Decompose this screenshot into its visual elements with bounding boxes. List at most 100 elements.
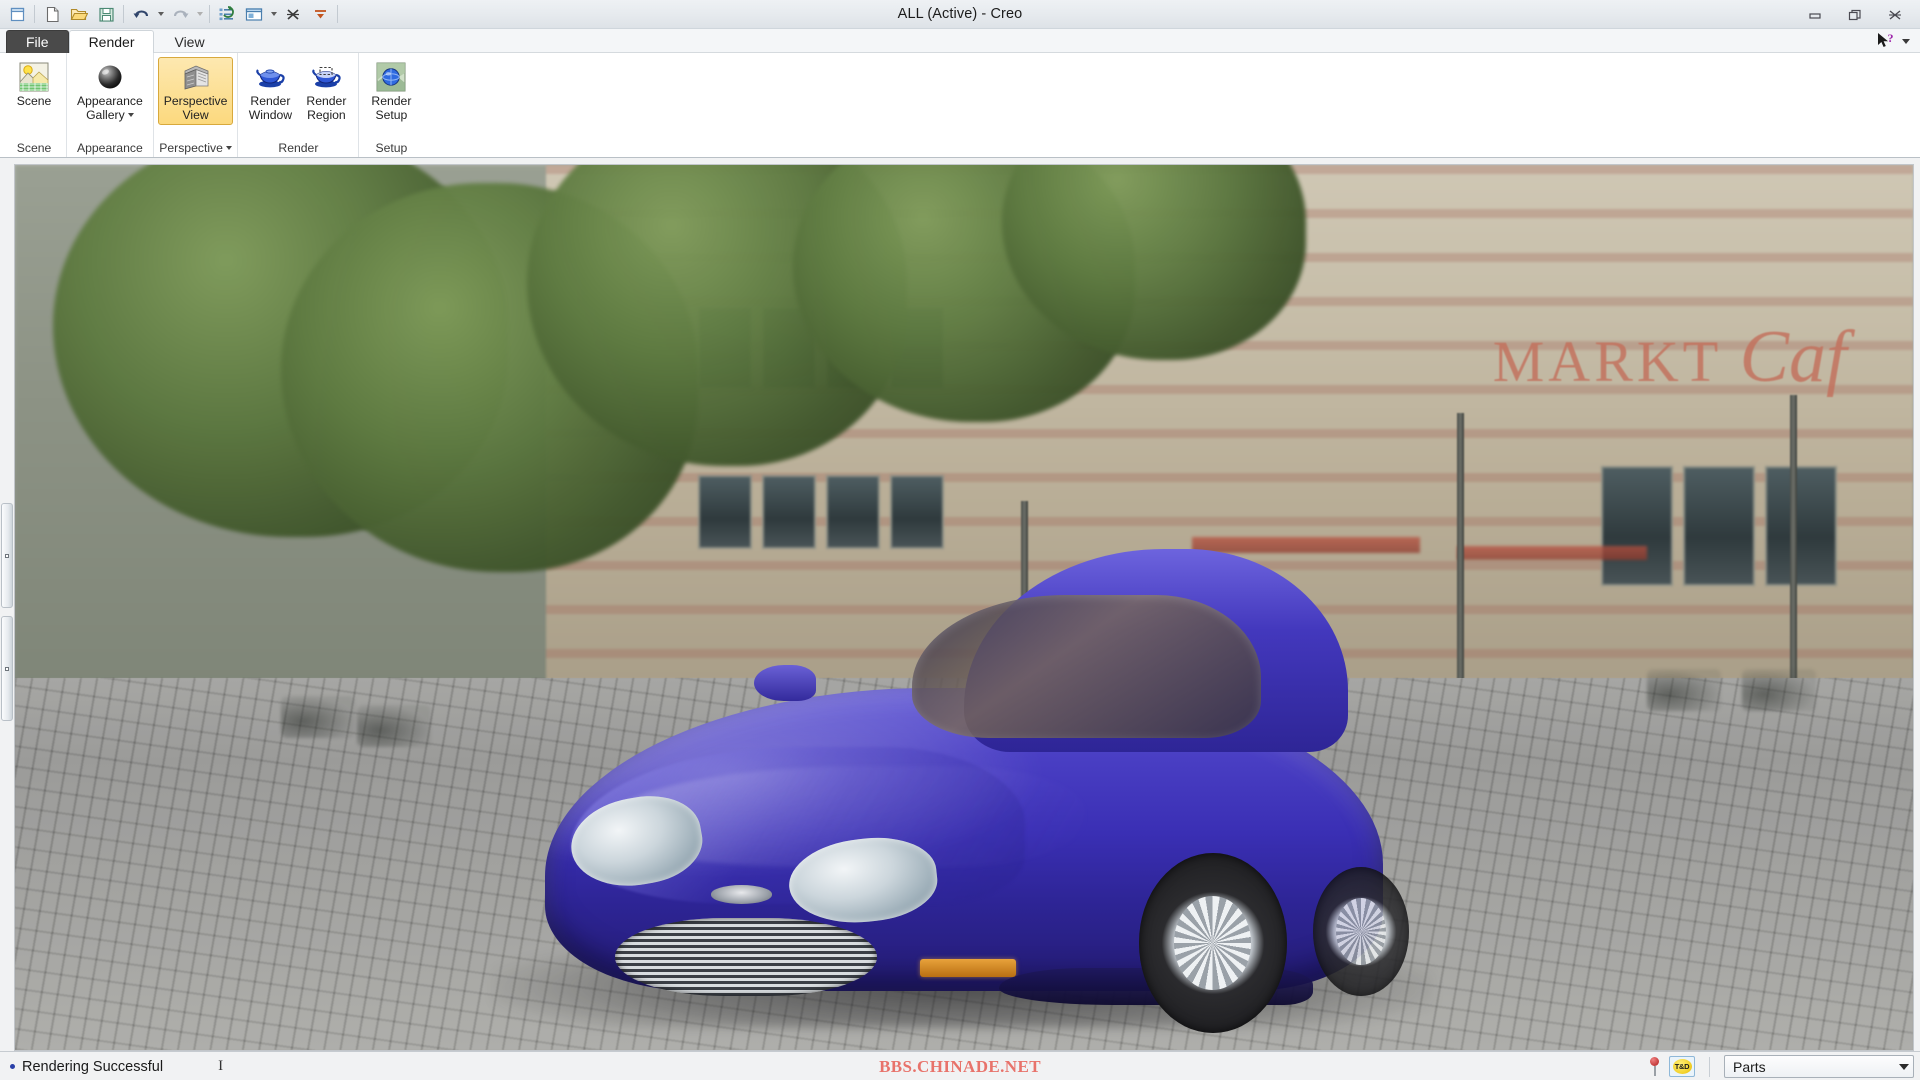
chevron-down-icon[interactable] [127, 113, 134, 118]
render-region-label-line2: Region [307, 107, 346, 122]
scene-signage: MARKT Caf [1493, 315, 1847, 400]
render-region-label: Render Region [306, 94, 347, 122]
group-launcher-chevron-icon[interactable] [225, 145, 232, 150]
scene-landscape-icon [18, 61, 50, 93]
redo-dropdown-arrow[interactable] [194, 2, 205, 26]
render-window-label-line2: Window [248, 107, 293, 122]
render-setup-button[interactable]: Render Setup [363, 57, 419, 125]
window-switch-icon[interactable] [241, 2, 267, 26]
ribbon-group-perspective: Perspective View Perspective [154, 53, 239, 157]
chevron-down-icon[interactable] [1899, 1063, 1909, 1070]
browser-tab[interactable] [1, 616, 13, 721]
scene-bicycle [280, 696, 355, 738]
help-cursor-icon[interactable]: ? [1876, 32, 1910, 50]
render-region-button[interactable]: Render Region [298, 57, 354, 125]
selection-filter-value: Parts [1733, 1058, 1766, 1075]
new-window-icon[interactable] [4, 2, 30, 26]
qat-separator [34, 5, 35, 23]
render-setup-label-line1: Render [371, 94, 412, 108]
regenerate-icon[interactable] [214, 2, 240, 26]
window-controls [1804, 0, 1914, 29]
td-badge-button[interactable]: T&D [1669, 1056, 1695, 1077]
scene-button[interactable]: Scene [6, 57, 62, 112]
close-button[interactable] [1884, 5, 1906, 25]
perspective-view-label: Perspective View [163, 94, 228, 122]
car-side-mirror [754, 664, 816, 702]
ribbon-group-render: Render Window Render Region Render [238, 53, 360, 157]
scene-window-row [1601, 465, 1838, 586]
regeneration-status-icon[interactable] [1648, 1056, 1661, 1078]
collapsed-panel-tabs [0, 158, 14, 1051]
ribbon-tab-bar: File Render View ? [0, 29, 1920, 53]
render-region-label-line1: Render [306, 94, 347, 108]
save-icon[interactable] [93, 2, 119, 26]
status-right-area: T&D Parts [1648, 1055, 1914, 1078]
appearance-gallery-label: Appearance Gallery [77, 94, 143, 122]
perspective-label-line1: Perspective [163, 94, 228, 108]
perspective-label-line2: View [182, 107, 209, 122]
tab-view[interactable]: View [154, 30, 224, 53]
appearance-gallery-button[interactable]: Appearance Gallery [71, 57, 149, 125]
group-label-scene: Scene [16, 140, 52, 155]
scene-label-line1: Scene [16, 94, 52, 108]
perspective-cube-icon [180, 61, 212, 93]
scene-awning [1457, 545, 1648, 560]
panel-handle-dot [5, 666, 9, 671]
appearance-label-line1: Appearance [77, 94, 143, 108]
svg-text:?: ? [1888, 32, 1894, 45]
perspective-view-button[interactable]: Perspective View [157, 57, 234, 125]
text-cursor-icon: I [218, 1058, 224, 1074]
close-window-icon[interactable] [280, 2, 306, 26]
tab-render[interactable]: Render [68, 30, 155, 53]
car-emblem [710, 885, 772, 904]
status-message: Rendering Successful [22, 1058, 164, 1075]
graphics-area[interactable]: MARKT Caf [0, 158, 1920, 1051]
ribbon-group-setup: Render Setup Setup [359, 53, 423, 157]
undo-dropdown-arrow[interactable] [155, 2, 166, 26]
status-bullet-icon [10, 1064, 15, 1069]
rendered-scene: MARKT Caf [15, 165, 1913, 1050]
panel-handle-dot [5, 553, 9, 558]
group-label-perspective: Perspective [154, 139, 238, 157]
tab-file[interactable]: File [6, 30, 69, 53]
quick-access-toolbar [0, 0, 341, 28]
qat-separator [123, 5, 124, 23]
undo-icon[interactable] [128, 2, 154, 26]
render-setup-globe-icon [375, 61, 407, 93]
car-grille [614, 917, 877, 996]
restore-button[interactable] [1844, 5, 1866, 25]
new-file-icon[interactable] [39, 2, 65, 26]
render-setup-label-line2: Setup [375, 107, 408, 122]
ribbon-group-scene: Scene Scene [2, 53, 67, 157]
open-file-icon[interactable] [66, 2, 92, 26]
scene-awning [1191, 536, 1420, 553]
status-separator [1709, 1056, 1710, 1077]
scene-window-row [698, 474, 945, 549]
selection-filter-dropdown[interactable]: Parts [1724, 1055, 1914, 1078]
appearance-sphere-icon [94, 61, 126, 93]
qat-separator [209, 5, 210, 23]
window-switch-dropdown-arrow[interactable] [268, 2, 279, 26]
car-wheel-front [1138, 853, 1288, 1033]
model-tree-tab[interactable] [1, 503, 13, 608]
car-turn-signal [920, 959, 1017, 978]
rendered-car-model [492, 549, 1436, 1033]
group-label-setup: Setup [375, 140, 408, 155]
minimize-button[interactable] [1804, 5, 1826, 25]
group-label-perspective-text: Perspective [159, 140, 223, 155]
status-bar: Rendering Successful I BBS.CHINADE.NET T… [0, 1051, 1920, 1080]
scene-button-label: Scene [16, 94, 52, 109]
title-bar: ALL (Active) - Creo [0, 0, 1920, 29]
status-message-area: Rendering Successful I [6, 1058, 306, 1075]
appearance-label-line2: Gallery [86, 107, 125, 122]
render-window-label-line1: Render [250, 94, 291, 108]
render-window-button[interactable]: Render Window [242, 57, 298, 125]
car-wheel-rear [1313, 867, 1410, 996]
scene-bicycle [356, 704, 431, 747]
scene-signage-text: MARKT [1492, 329, 1722, 395]
render-setup-label: Render Setup [371, 94, 412, 122]
render-viewport[interactable]: MARKT Caf [14, 164, 1914, 1051]
customize-qat-icon[interactable] [307, 2, 333, 26]
redo-icon[interactable] [167, 2, 193, 26]
group-label-render: Render [278, 140, 319, 155]
